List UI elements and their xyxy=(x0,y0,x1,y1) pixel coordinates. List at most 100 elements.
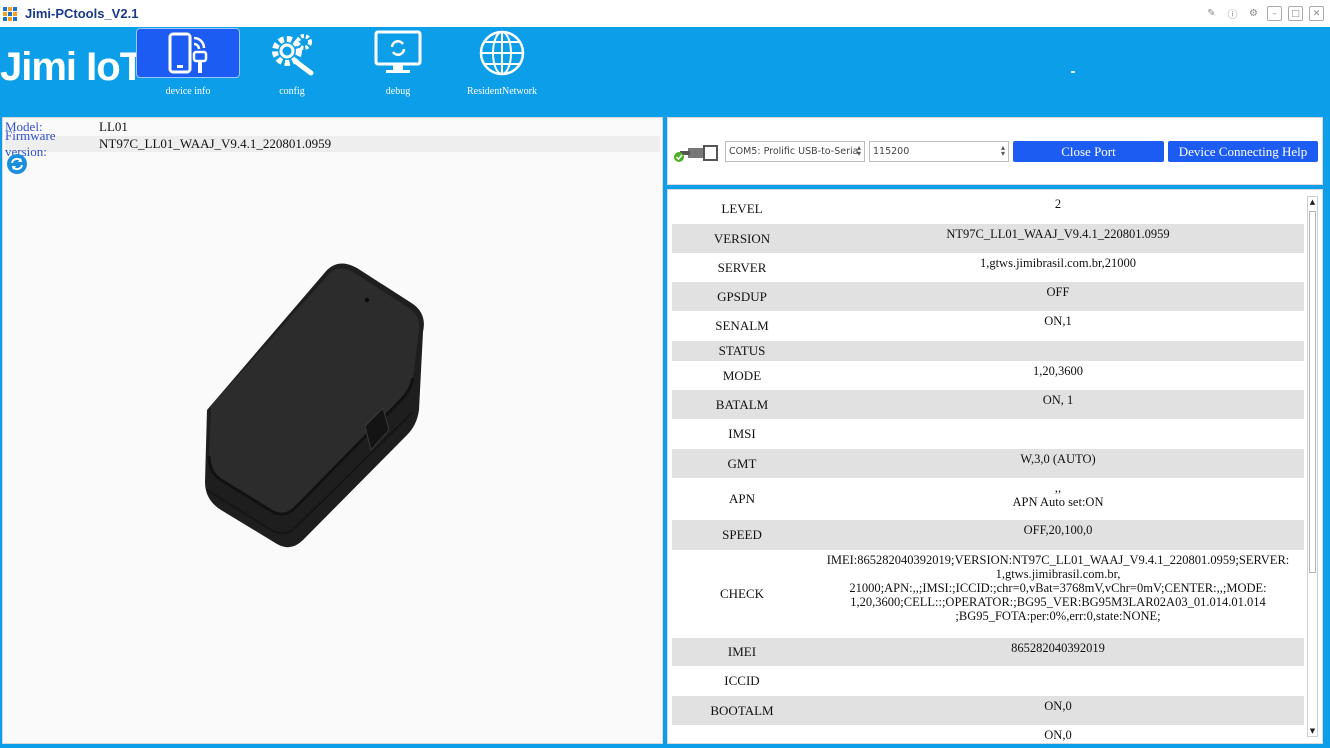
table-row: CHECK IMEI:865282040392019;VERSION:NT97C_… xyxy=(672,550,1304,638)
device-image xyxy=(205,263,424,548)
scroll-up-icon[interactable]: ▲ xyxy=(1308,197,1317,207)
table-row: MODE 1,20,3600 xyxy=(672,361,1304,390)
model-value: LL01 xyxy=(99,119,128,134)
table-row: BOOTALM ON,0 xyxy=(672,696,1304,725)
gears-icon xyxy=(272,34,314,76)
window-controls: ✎ ⓘ ⚙ – □ ✕ xyxy=(1204,6,1324,21)
table-row: GPSDUP OFF xyxy=(672,282,1304,311)
select-arrows-icon: ▴ ▾ xyxy=(856,143,861,158)
baud-select-value: 115200 xyxy=(873,146,910,157)
param-name xyxy=(672,725,812,743)
baud-select[interactable]: 115200 ▴ ▾ xyxy=(869,141,1009,162)
param-name: GMT xyxy=(727,455,757,471)
param-value: ,, APN Auto set:ON xyxy=(1012,481,1104,509)
info-icon[interactable]: ⓘ xyxy=(1225,6,1240,21)
header-mark xyxy=(1071,71,1075,73)
minimize-button[interactable]: – xyxy=(1267,6,1282,21)
port-select[interactable]: COM5: Prolific USB-to-Seria ▴ ▾ xyxy=(725,141,865,162)
param-value: ON,1 xyxy=(1044,314,1072,328)
param-value xyxy=(812,419,1304,449)
close-button[interactable]: ✕ xyxy=(1309,6,1324,21)
param-value: IMEI:865282040392019;VERSION:NT97C_LL01_… xyxy=(826,553,1290,623)
table-row: LEVEL 2 xyxy=(672,194,1304,224)
usb-connected-icon xyxy=(674,145,718,162)
app-window: Jimi-PCtools_V2.1 ✎ ⓘ ⚙ – □ ✕ Jimi IoT d… xyxy=(0,0,1330,748)
settings-icon[interactable]: ⚙ xyxy=(1246,6,1261,21)
firmware-row: Firmware version: NT97C_LL01_WAAJ_V9.4.1… xyxy=(5,128,660,159)
scroll-thumb[interactable] xyxy=(1309,211,1316,573)
param-name: GPSDUP xyxy=(717,288,767,304)
nav-label: device info xyxy=(165,86,211,97)
table-row: VERSION NT97C_LL01_WAAJ_V9.4.1_220801.095… xyxy=(672,224,1304,253)
parameter-table: LEVEL 2 VERSION NT97C_LL01_WAAJ_V9.4.1_2208… xyxy=(667,189,1323,744)
table-row: IMEI 865282040392019 xyxy=(672,638,1304,666)
close-port-button[interactable]: Close Port xyxy=(1013,141,1164,162)
param-name: SERVER xyxy=(717,259,767,275)
table-row: SENALM ON,1 xyxy=(672,311,1304,341)
select-arrows-icon: ▴ ▾ xyxy=(1000,143,1005,158)
param-value: NT97C_LL01_WAAJ_V9.4.1_220801.0959 xyxy=(946,227,1170,241)
title-bar: Jimi-PCtools_V2.1 ✎ ⓘ ⚙ – □ ✕ xyxy=(0,0,1330,27)
param-name: CHECK xyxy=(719,586,765,601)
jimi-iot-logo: Jimi IoT xyxy=(0,45,144,89)
param-name: MODE xyxy=(722,367,762,383)
table-row: IMSI xyxy=(672,419,1304,449)
port-select-value: COM5: Prolific USB-to-Seria xyxy=(729,146,859,157)
param-name: BOOTALM xyxy=(710,702,774,718)
nav-config[interactable]: config xyxy=(240,27,344,115)
firmware-value: NT97C_LL01_WAAJ_V9.4.1_220801.0959 xyxy=(99,136,332,151)
device-connecting-help-button[interactable]: Device Connecting Help xyxy=(1168,141,1318,162)
monitor-icon xyxy=(374,30,422,73)
param-name: SENALM xyxy=(715,318,769,333)
param-value: ON, 1 xyxy=(1042,393,1074,407)
model-row: Model: LL01 xyxy=(5,119,660,135)
param-name: VERSION xyxy=(713,230,771,246)
param-value: OFF xyxy=(1046,285,1070,299)
globe-icon xyxy=(479,30,525,76)
param-value: 865282040392019 xyxy=(1011,641,1105,655)
param-value: 2 xyxy=(1054,197,1062,211)
parameter-rows: LEVEL 2 VERSION NT97C_LL01_WAAJ_V9.4.1_2208… xyxy=(672,194,1304,743)
param-value xyxy=(812,341,1304,361)
param-name: IMEI xyxy=(727,644,757,659)
table-row: ON,0 xyxy=(672,725,1304,743)
window-title: Jimi-PCtools_V2.1 xyxy=(25,6,139,21)
edit-icon[interactable]: ✎ xyxy=(1204,6,1219,21)
table-row: APN ,, APN Auto set:ON xyxy=(672,478,1304,520)
param-value: 1,gtws.jimibrasil.com.br,21000 xyxy=(979,256,1137,270)
header: Jimi IoT device info config debug Reside… xyxy=(0,27,1330,115)
nav-debug[interactable]: debug xyxy=(346,27,450,115)
table-row: GMT W,3,0 (AUTO) xyxy=(672,449,1304,478)
maximize-button[interactable]: □ xyxy=(1288,6,1303,21)
nav-device-info[interactable]: device info xyxy=(136,27,240,115)
table-row: STATUS xyxy=(672,341,1304,361)
param-name: ICCID xyxy=(724,673,760,688)
param-value: ON,0 xyxy=(1044,728,1072,742)
param-value: 1,20,3600 xyxy=(1033,364,1083,378)
nav-label: config xyxy=(279,86,305,97)
param-name: STATUS xyxy=(718,343,766,358)
param-value: OFF,20,100,0 xyxy=(1023,523,1093,537)
phone-signal-icon xyxy=(168,32,208,74)
param-value: ON,0 xyxy=(1044,699,1072,713)
nav-resident-network[interactable]: ResidentNetwork xyxy=(450,27,554,115)
table-row: SPEED OFF,20,100,0 xyxy=(672,520,1304,550)
nav-label: ResidentNetwork xyxy=(467,86,537,97)
table-row: BATALM ON, 1 xyxy=(672,390,1304,419)
vertical-scrollbar[interactable]: ▲ ▼ xyxy=(1307,196,1318,737)
device-info-panel: Model: LL01 Firmware version: NT97C_LL01… xyxy=(2,117,663,744)
param-name: BATALM xyxy=(715,396,769,412)
table-row: SERVER 1,gtws.jimibrasil.com.br,21000 xyxy=(672,253,1304,282)
connection-bar: COM5: Prolific USB-to-Seria ▴ ▾ 115200 ▴ ▾… xyxy=(667,117,1323,185)
param-name: SPEED xyxy=(722,527,762,542)
nav-label: debug xyxy=(385,86,411,97)
param-value xyxy=(812,666,1304,696)
app-icon xyxy=(3,6,19,21)
param-value: W,3,0 (AUTO) xyxy=(1020,452,1096,466)
scroll-down-icon[interactable]: ▼ xyxy=(1308,726,1317,736)
param-name: LEVEL xyxy=(721,201,763,216)
refresh-icon[interactable] xyxy=(7,154,27,174)
param-name: APN xyxy=(728,491,755,506)
table-row: ICCID xyxy=(672,666,1304,696)
param-name: IMSI xyxy=(728,426,756,441)
